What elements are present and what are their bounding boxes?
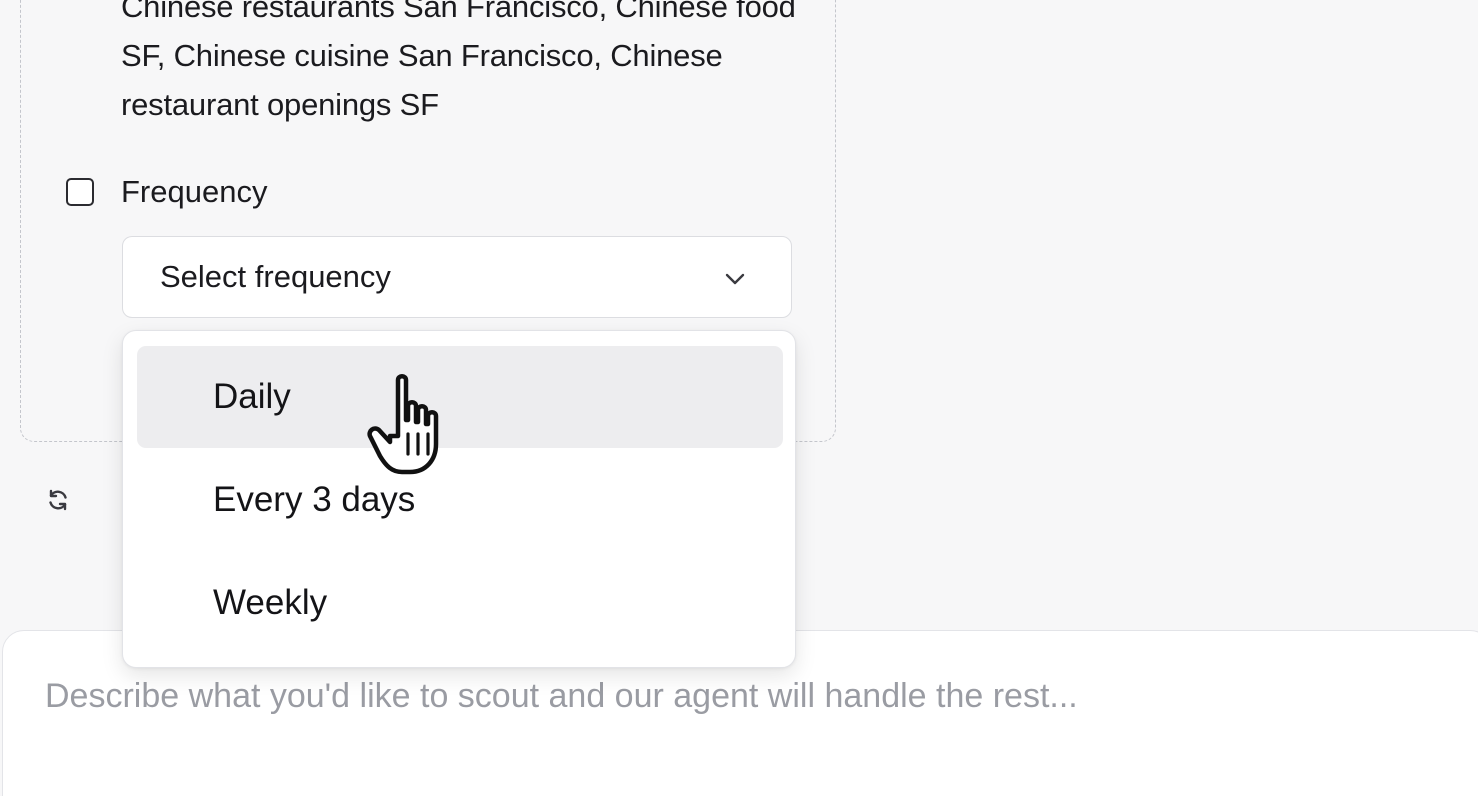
chevron-down-icon	[725, 273, 745, 285]
frequency-option-weekly[interactable]: Weekly	[137, 552, 783, 654]
refresh-icon[interactable]	[44, 486, 72, 514]
frequency-select[interactable]: Select frequency	[122, 236, 792, 318]
frequency-option-daily[interactable]: Daily	[137, 346, 783, 448]
option-label: Weekly	[213, 583, 328, 622]
frequency-select-value: Select frequency	[160, 259, 391, 294]
frequency-label: Frequency	[121, 174, 268, 209]
frequency-row: Frequency	[66, 170, 267, 214]
scout-prompt-input[interactable]	[45, 677, 1445, 716]
frequency-dropdown-menu: Daily Every 3 days Weekly	[122, 330, 796, 668]
keywords-text: Chinese restaurants San Francisco, Chine…	[121, 0, 796, 122]
hand-pointer-cursor-icon	[367, 374, 439, 475]
frequency-checkbox[interactable]	[66, 178, 94, 206]
frequency-option-every-3-days[interactable]: Every 3 days	[137, 449, 783, 551]
option-label: Daily	[213, 377, 291, 416]
scout-config-page: Chinese restaurants San Francisco, Chine…	[0, 0, 1478, 796]
option-label: Every 3 days	[213, 480, 416, 519]
